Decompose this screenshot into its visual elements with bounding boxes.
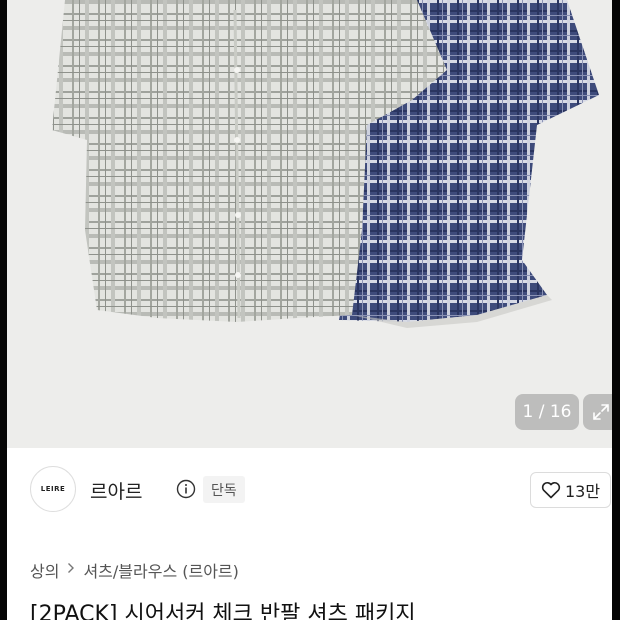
expand-button[interactable] (583, 394, 612, 430)
brand-row: LEIRE 르아르 단독 13만 (30, 466, 612, 514)
like-button[interactable]: 13만 (530, 472, 611, 508)
like-count: 13만 (564, 482, 601, 501)
screen-edge-right (612, 0, 620, 620)
brand-logo-text: LEIRE (40, 485, 66, 493)
brand-logo[interactable]: LEIRE (30, 466, 76, 512)
screen-edge-left (0, 0, 7, 620)
product-image (7, 0, 612, 448)
product-page: 1 / 16 LEIRE 르아르 단독 13만 상의 셔츠/블라우스 (르아르)… (0, 0, 620, 620)
expand-icon (593, 404, 609, 420)
info-icon[interactable] (176, 479, 196, 503)
brand-name[interactable]: 르아르 (90, 477, 142, 504)
heart-icon (541, 481, 561, 499)
exclusive-badge: 단독 (203, 476, 245, 503)
breadcrumb-item-subcategory[interactable]: 셔츠/블라우스 (르아르) (83, 558, 238, 582)
breadcrumb-item-category[interactable]: 상의 (30, 558, 59, 582)
chevron-right-icon (67, 562, 75, 578)
product-title: [2PACK] 시어서커 체크 반팔 셔츠 패키지 (30, 602, 416, 620)
breadcrumb: 상의 셔츠/블라우스 (르아르) (30, 558, 239, 582)
product-image-gallery[interactable]: 1 / 16 (7, 0, 612, 448)
image-counter: 1 / 16 (515, 394, 579, 430)
